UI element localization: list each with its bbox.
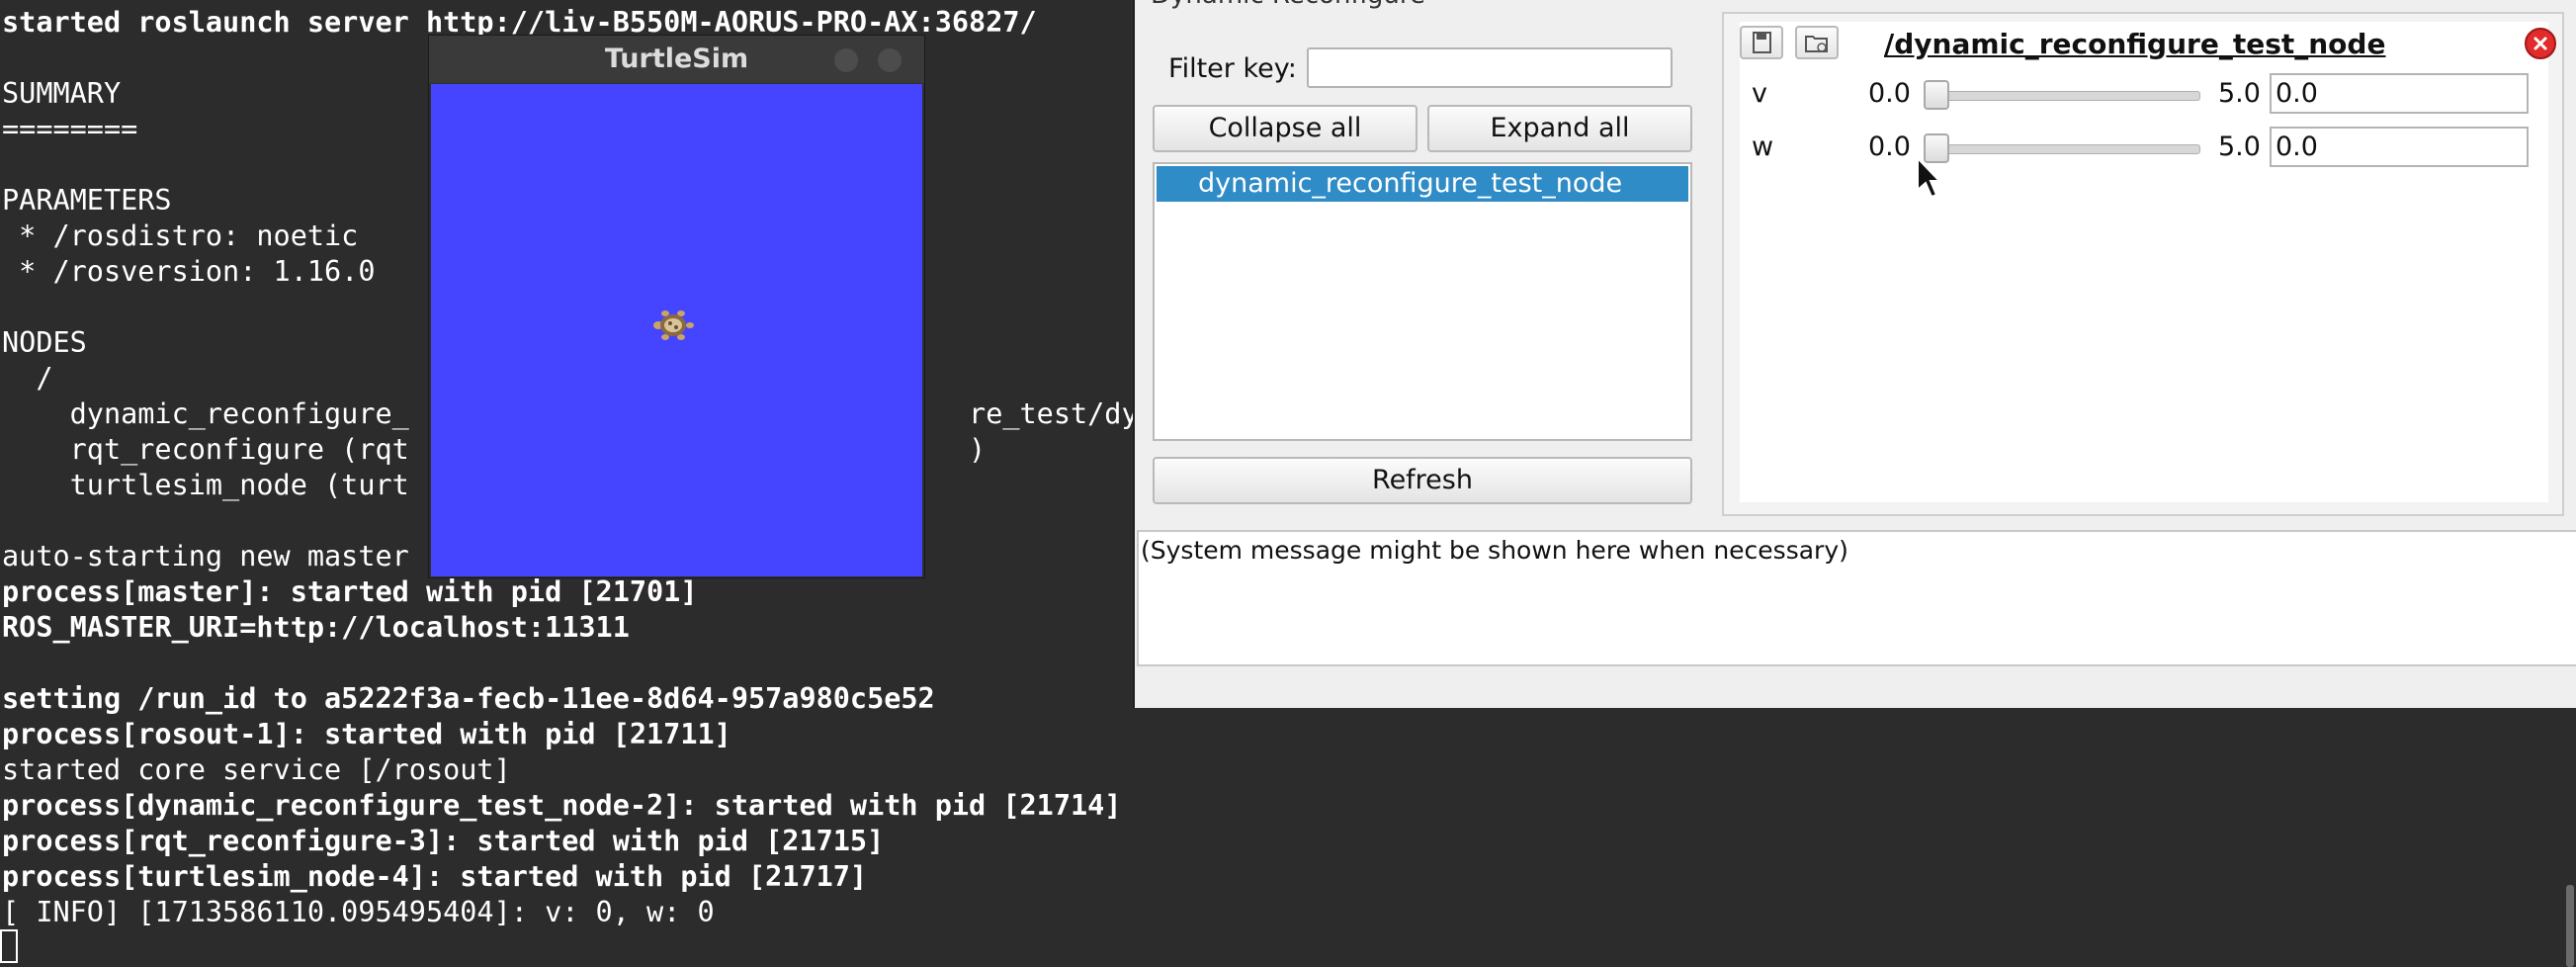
terminal-line: setting /run_id to a5222f3a-fecb-11ee-8d…: [2, 682, 935, 715]
param-w-label: w: [1752, 132, 1774, 162]
terminal-line: auto-starting new master: [2, 540, 409, 572]
terminal-line: [ INFO] [1713586110.095495404]: v: 0, w:…: [2, 896, 715, 928]
turtlesim-window[interactable]: TurtleSim: [428, 35, 925, 578]
param-v-slider[interactable]: [1926, 91, 2200, 101]
node-parameter-panel: /dynamic_reconfigure_test_node v 0.0 5.0…: [1722, 12, 2564, 516]
collapse-all-button[interactable]: Collapse all: [1153, 105, 1417, 152]
terminal-scrollbar[interactable]: [2566, 885, 2574, 967]
filter-key-label: Filter key:: [1168, 53, 1297, 84]
terminal-line: process[master]: started with pid [21701…: [2, 575, 698, 608]
param-v-input[interactable]: 0.0: [2270, 73, 2529, 114]
window-title: Dynamic Reconfigure: [1151, 0, 1425, 10]
param-w-slider[interactable]: [1926, 144, 2200, 154]
turtle-icon: [653, 310, 694, 340]
terminal-line: * /rosdistro: noetic: [2, 220, 359, 252]
close-node-button[interactable]: [2525, 28, 2556, 59]
param-v-max: 5.0: [2218, 78, 2261, 109]
close-icon: [2533, 37, 2547, 50]
save-button[interactable]: [1740, 26, 1783, 59]
turtlesim-canvas: [431, 84, 922, 576]
system-message-area: (System message might be shown here when…: [1137, 530, 2576, 666]
terminal-line: process[rqt_reconfigure-3]: started with…: [2, 825, 885, 857]
node-tree-item[interactable]: dynamic_reconfigure_test_node: [1157, 166, 1688, 202]
folder-icon: [1805, 36, 1828, 52]
node-panel-title: /dynamic_reconfigure_test_node: [1884, 28, 2386, 60]
terminal-line: PARAMETERS: [2, 184, 172, 217]
expand-all-button[interactable]: Expand all: [1427, 105, 1692, 152]
close-button[interactable]: [878, 48, 902, 72]
terminal-line: ========: [2, 113, 138, 145]
terminal-cursor: [0, 929, 18, 963]
terminal-line: ROS_MASTER_URI=http://localhost:11311: [2, 611, 630, 644]
refresh-button[interactable]: Refresh: [1153, 457, 1692, 504]
terminal-line: /: [2, 362, 53, 395]
save-icon: [1753, 32, 1771, 53]
terminal-line: turtlesim_node (turt: [2, 469, 409, 501]
terminal-line: * /rosversion: 1.16.0: [2, 255, 376, 288]
parameter-editor: /dynamic_reconfigure_test_node v 0.0 5.0…: [1740, 22, 2556, 502]
param-w-min: 0.0: [1868, 132, 1911, 162]
param-v-slider-handle[interactable]: [1924, 80, 1949, 110]
minimize-button[interactable]: [834, 48, 858, 72]
turtlesim-titlebar[interactable]: TurtleSim: [429, 36, 924, 83]
param-w-input[interactable]: 0.0: [2270, 127, 2529, 167]
dynamic-reconfigure-window[interactable]: Dynamic Reconfigure Filter key: Collapse…: [1133, 0, 2576, 708]
terminal-line: started core service [/rosout]: [2, 753, 511, 786]
param-v-min: 0.0: [1868, 78, 1911, 109]
load-button[interactable]: [1795, 26, 1839, 59]
node-tree[interactable]: dynamic_reconfigure_test_node: [1153, 162, 1692, 441]
terminal-line: NODES: [2, 326, 87, 359]
param-v-label: v: [1752, 78, 1767, 109]
terminal-line: SUMMARY: [2, 77, 122, 110]
terminal-line: process[dynamic_reconfigure_test_node-2]…: [2, 789, 1122, 822]
terminal-line: process[turtlesim_node-4]: started with …: [2, 860, 868, 893]
terminal-line: process[rosout-1]: started with pid [217…: [2, 718, 731, 750]
filter-key-input[interactable]: [1307, 47, 1673, 88]
mouse-cursor-icon: [1917, 156, 1941, 199]
param-w-max: 5.0: [2218, 132, 2261, 162]
